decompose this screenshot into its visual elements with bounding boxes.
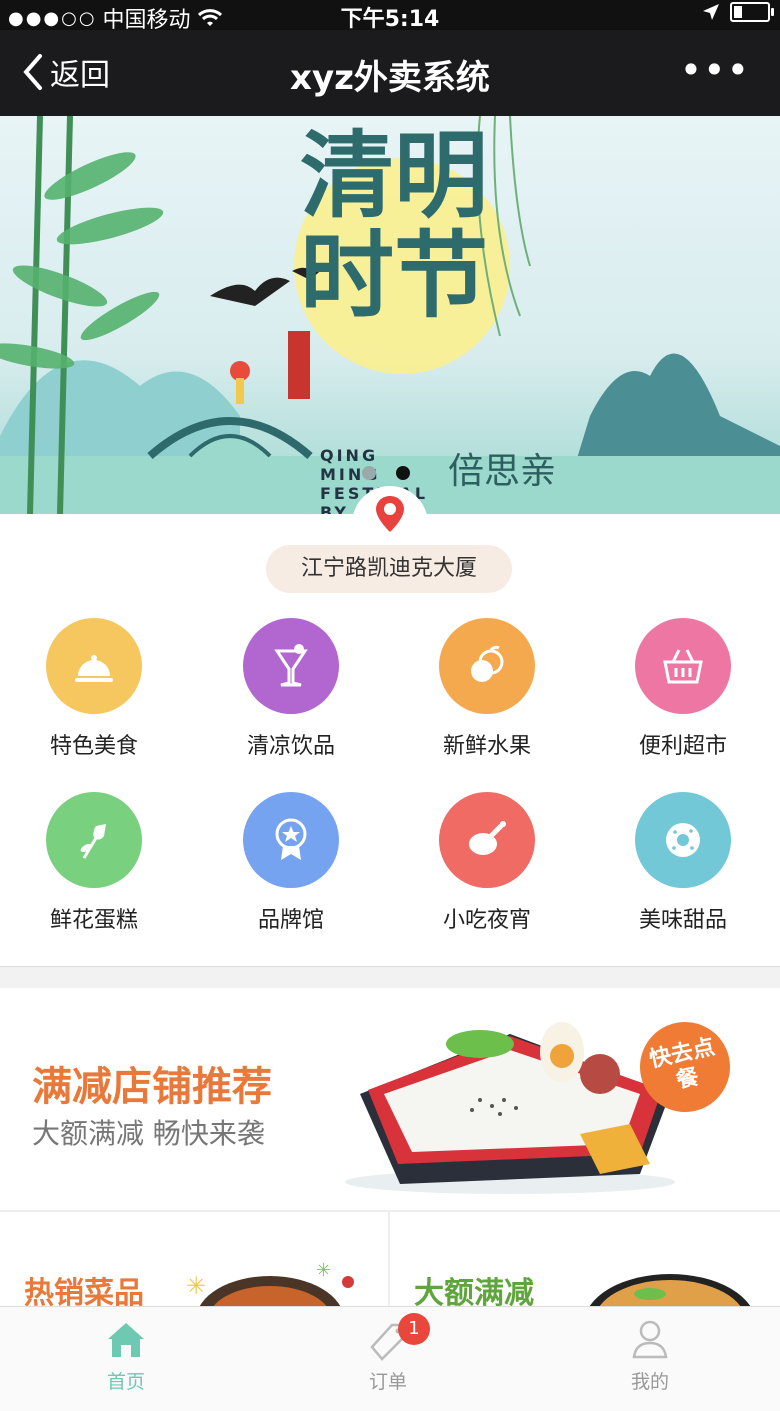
order-count-badge: 1 xyxy=(398,1313,430,1345)
award-badge-icon xyxy=(243,792,339,888)
address-selector[interactable]: 江宁路凯迪克大厦 xyxy=(266,545,512,593)
tab-label: 首页 xyxy=(106,1371,145,1393)
rose-flower-icon xyxy=(46,792,142,888)
category-item-specialty-food[interactable]: 特色美食 xyxy=(0,618,192,760)
banner-pagination xyxy=(362,466,410,480)
cocktail-icon xyxy=(243,618,339,714)
more-menu-button[interactable]: ••• xyxy=(680,48,750,92)
feature-card-title: 大额满减 xyxy=(414,1276,534,1308)
tab-orders[interactable]: 1 订单 xyxy=(258,1307,518,1411)
user-profile-icon xyxy=(632,1320,668,1359)
discount-shops-banner[interactable]: 满减店铺推荐 大额满减 畅快来袭 快去点餐 xyxy=(0,988,780,1212)
bento-box-image xyxy=(345,1022,675,1194)
bottom-tab-bar: 首页 1 订单 我的 xyxy=(0,1306,780,1411)
food-cloche-icon xyxy=(46,618,142,714)
status-right xyxy=(702,2,774,22)
pagination-dot-1[interactable] xyxy=(362,466,376,480)
svg-text:✳: ✳ xyxy=(186,1272,206,1300)
banner-title: 清明 时节 xyxy=(300,126,488,326)
category-label: 清凉饮品 xyxy=(246,734,335,759)
category-item-cold-drinks[interactable]: 清凉饮品 xyxy=(193,618,389,760)
section-divider xyxy=(0,966,780,989)
pagination-dot-2-active[interactable] xyxy=(396,466,410,480)
chicken-leg-icon xyxy=(439,792,535,888)
category-label: 小吃夜宵 xyxy=(442,908,531,933)
tab-label: 订单 xyxy=(368,1371,407,1393)
feature-card-big-discount[interactable]: 大额满减 xyxy=(390,1212,778,1308)
banner-title-line2: 时节 xyxy=(300,221,489,331)
category-item-desserts[interactable]: 美味甜品 xyxy=(585,792,780,934)
category-label: 美味甜品 xyxy=(638,908,727,933)
tab-profile[interactable]: 我的 xyxy=(520,1307,780,1411)
category-item-brand-hall[interactable]: 品牌馆 xyxy=(193,792,389,934)
category-item-convenience-store[interactable]: 便利超市 xyxy=(585,618,780,760)
status-bar: ●●●○○ 中国移动 下午5:14 xyxy=(0,0,780,33)
banner-subtitle: 倍思亲 xyxy=(448,451,557,492)
promo-title: 满减店铺推荐 xyxy=(32,1064,272,1110)
map-pin-icon xyxy=(376,496,404,532)
location-arrow-icon xyxy=(703,4,719,20)
category-label: 特色美食 xyxy=(49,734,138,759)
page-title: xyz外卖系统 xyxy=(290,58,490,98)
navigation-bar: 返回 xyz外卖系统 ••• xyxy=(0,30,780,116)
category-item-flowers-cake[interactable]: 鲜花蛋糕 xyxy=(0,792,192,934)
svg-text:✳: ✳ xyxy=(316,1260,331,1281)
tab-home[interactable]: 首页 xyxy=(0,1307,256,1411)
feature-card-hot-dishes[interactable]: 热销菜品 ✳ ✳ xyxy=(0,1212,390,1308)
home-icon xyxy=(108,1323,144,1357)
orange-fruit-icon xyxy=(439,618,535,714)
promo-subtitle: 大额满减 畅快来袭 xyxy=(32,1117,265,1150)
feature-card-title: 热销菜品 xyxy=(24,1276,144,1308)
category-item-snacks-late-night[interactable]: 小吃夜宵 xyxy=(389,792,585,934)
noodle-bowl-image xyxy=(588,1274,752,1308)
tab-label: 我的 xyxy=(630,1371,669,1393)
status-time: 下午5:14 xyxy=(340,7,440,32)
feature-cards-row: 热销菜品 ✳ ✳ 大额满减 xyxy=(0,1212,780,1308)
category-item-fresh-fruit[interactable]: 新鲜水果 xyxy=(389,618,585,760)
hot-dish-image: ✳ ✳ xyxy=(186,1260,354,1308)
promo-banner[interactable]: 清明 时节 倍思亲 QING MING FESTIVAL BY xyxy=(0,116,780,514)
banner-title-line1: 清明 xyxy=(300,121,489,231)
category-label: 品牌馆 xyxy=(257,908,324,933)
shopping-basket-icon xyxy=(635,618,731,714)
category-label: 新鲜水果 xyxy=(442,734,531,759)
donut-icon xyxy=(635,792,731,888)
category-label: 鲜花蛋糕 xyxy=(49,908,138,933)
category-label: 便利超市 xyxy=(638,734,727,759)
battery-icon xyxy=(730,2,774,22)
